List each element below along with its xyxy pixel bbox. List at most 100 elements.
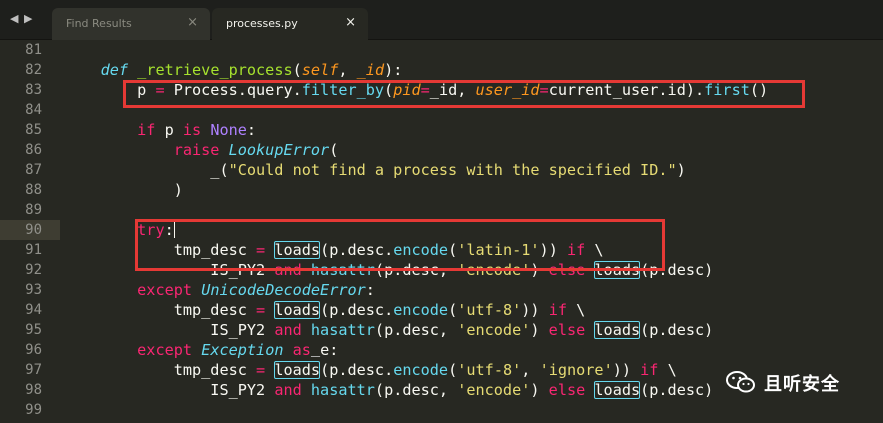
code-token: 'utf-8' [457, 361, 522, 379]
close-icon[interactable]: × [187, 15, 198, 30]
code-token: = [256, 361, 266, 379]
code-token: if [137, 121, 156, 139]
code-token: )) [521, 301, 549, 319]
code-token: tmp_desc [64, 361, 257, 379]
line-number: 91 [25, 242, 42, 258]
code-token: ( [448, 301, 458, 319]
code-token: def [100, 61, 129, 79]
code-token: ( [292, 61, 302, 79]
code-text: except UnicodeDecodeError: [64, 280, 375, 300]
line-number: 98 [25, 382, 42, 398]
code-line[interactable]: 95 IS_PY2 and hasattr(p.desc, 'encode') … [0, 320, 883, 340]
line-number: 93 [25, 282, 42, 298]
code-line[interactable]: 89 [0, 200, 883, 220]
code-line[interactable]: 99 [0, 400, 883, 420]
code-token: ( [448, 361, 458, 379]
code-token: loads [274, 361, 321, 379]
code-line[interactable]: 94 tmp_desc = loads(p.desc.encode('utf-8… [0, 300, 883, 320]
code-token: (p.desc, [374, 321, 458, 339]
code-text: IS_PY2 and hasattr(p.desc, 'encode') els… [64, 380, 713, 400]
line-number: 99 [25, 402, 42, 418]
code-token: (p.desc) [640, 321, 714, 339]
line-number: 97 [25, 362, 42, 378]
tab-find-results[interactable]: Find Results × [52, 8, 210, 40]
line-number: 86 [25, 142, 42, 158]
code-token: (p.desc. [320, 301, 394, 319]
tab-label: processes.py [226, 17, 298, 30]
tab-navigation: ◀ ▶ [0, 12, 44, 32]
code-token: )) [612, 361, 641, 379]
code-token: LookupError [228, 141, 330, 159]
tab-back-icon[interactable]: ◀ [10, 12, 18, 25]
line-number: 83 [25, 82, 42, 98]
code-token: (p.desc) [640, 381, 714, 399]
line-number: 85 [25, 122, 42, 138]
code-token: 'ignore' [539, 361, 613, 379]
code-token: loads [274, 301, 321, 319]
code-token: IS_PY2 [64, 381, 275, 399]
line-number: 94 [25, 302, 42, 318]
code-token: _retrieve_process [137, 61, 293, 79]
code-token: \ [567, 301, 586, 319]
code-token: , [521, 361, 540, 379]
code-token: _( [64, 161, 229, 179]
close-icon[interactable]: × [345, 15, 356, 30]
code-token: loads [594, 381, 641, 399]
code-token: raise [173, 141, 220, 159]
code-token: except [137, 341, 193, 359]
line-number: 96 [25, 342, 42, 358]
code-line[interactable]: 82 def _retrieve_process(self, _id): [0, 60, 883, 80]
line-number: 95 [25, 322, 42, 338]
code-line[interactable]: 87 _("Could not find a process with the … [0, 160, 883, 180]
watermark: 且听安全 [726, 366, 866, 400]
code-line[interactable]: 93 except UnicodeDecodeError: [0, 280, 883, 300]
code-token: Exception [201, 341, 284, 359]
code-token: ( [329, 141, 339, 159]
code-token: : [365, 281, 375, 299]
tab-label: Find Results [66, 17, 132, 30]
code-text: _("Could not find a process with the spe… [64, 160, 686, 180]
code-token: except [137, 281, 193, 299]
line-number: 89 [25, 202, 42, 218]
code-token: e: [320, 341, 339, 359]
code-line[interactable]: 86 raise LookupError( [0, 140, 883, 160]
code-token: and [274, 321, 302, 339]
code-token: is [182, 121, 202, 139]
code-token: self [301, 61, 339, 79]
code-token: hasattr [310, 321, 375, 339]
code-line[interactable]: 85 if p is None: [0, 120, 883, 140]
code-token: loads [594, 321, 641, 339]
code-token: (p.desc. [320, 361, 394, 379]
tab-forward-icon[interactable]: ▶ [24, 12, 32, 25]
code-token: encode [393, 361, 449, 379]
code-token: 'utf-8' [457, 301, 522, 319]
code-line[interactable]: 81 [0, 40, 883, 60]
annotation-box-try [135, 219, 665, 271]
line-number: 84 [25, 102, 42, 118]
watermark-text: 且听安全 [764, 374, 840, 395]
code-token: and [274, 381, 302, 399]
line-number: 92 [25, 262, 42, 278]
code-line[interactable]: 96 except Exception as e: [0, 340, 883, 360]
code-token: = [256, 301, 266, 319]
code-text: except Exception as e: [64, 340, 338, 360]
wechat-icon [726, 371, 755, 393]
code-line[interactable]: 88 ) [0, 180, 883, 200]
code-token: None [210, 121, 247, 139]
code-token: if [548, 301, 567, 319]
tab-bar: ◀ ▶ Find Results × processes.py × [0, 0, 883, 40]
code-token: , [338, 61, 357, 79]
tab-processes-py[interactable]: processes.py × [212, 8, 368, 40]
code-token: else [548, 321, 586, 339]
code-token: hasattr [310, 381, 375, 399]
